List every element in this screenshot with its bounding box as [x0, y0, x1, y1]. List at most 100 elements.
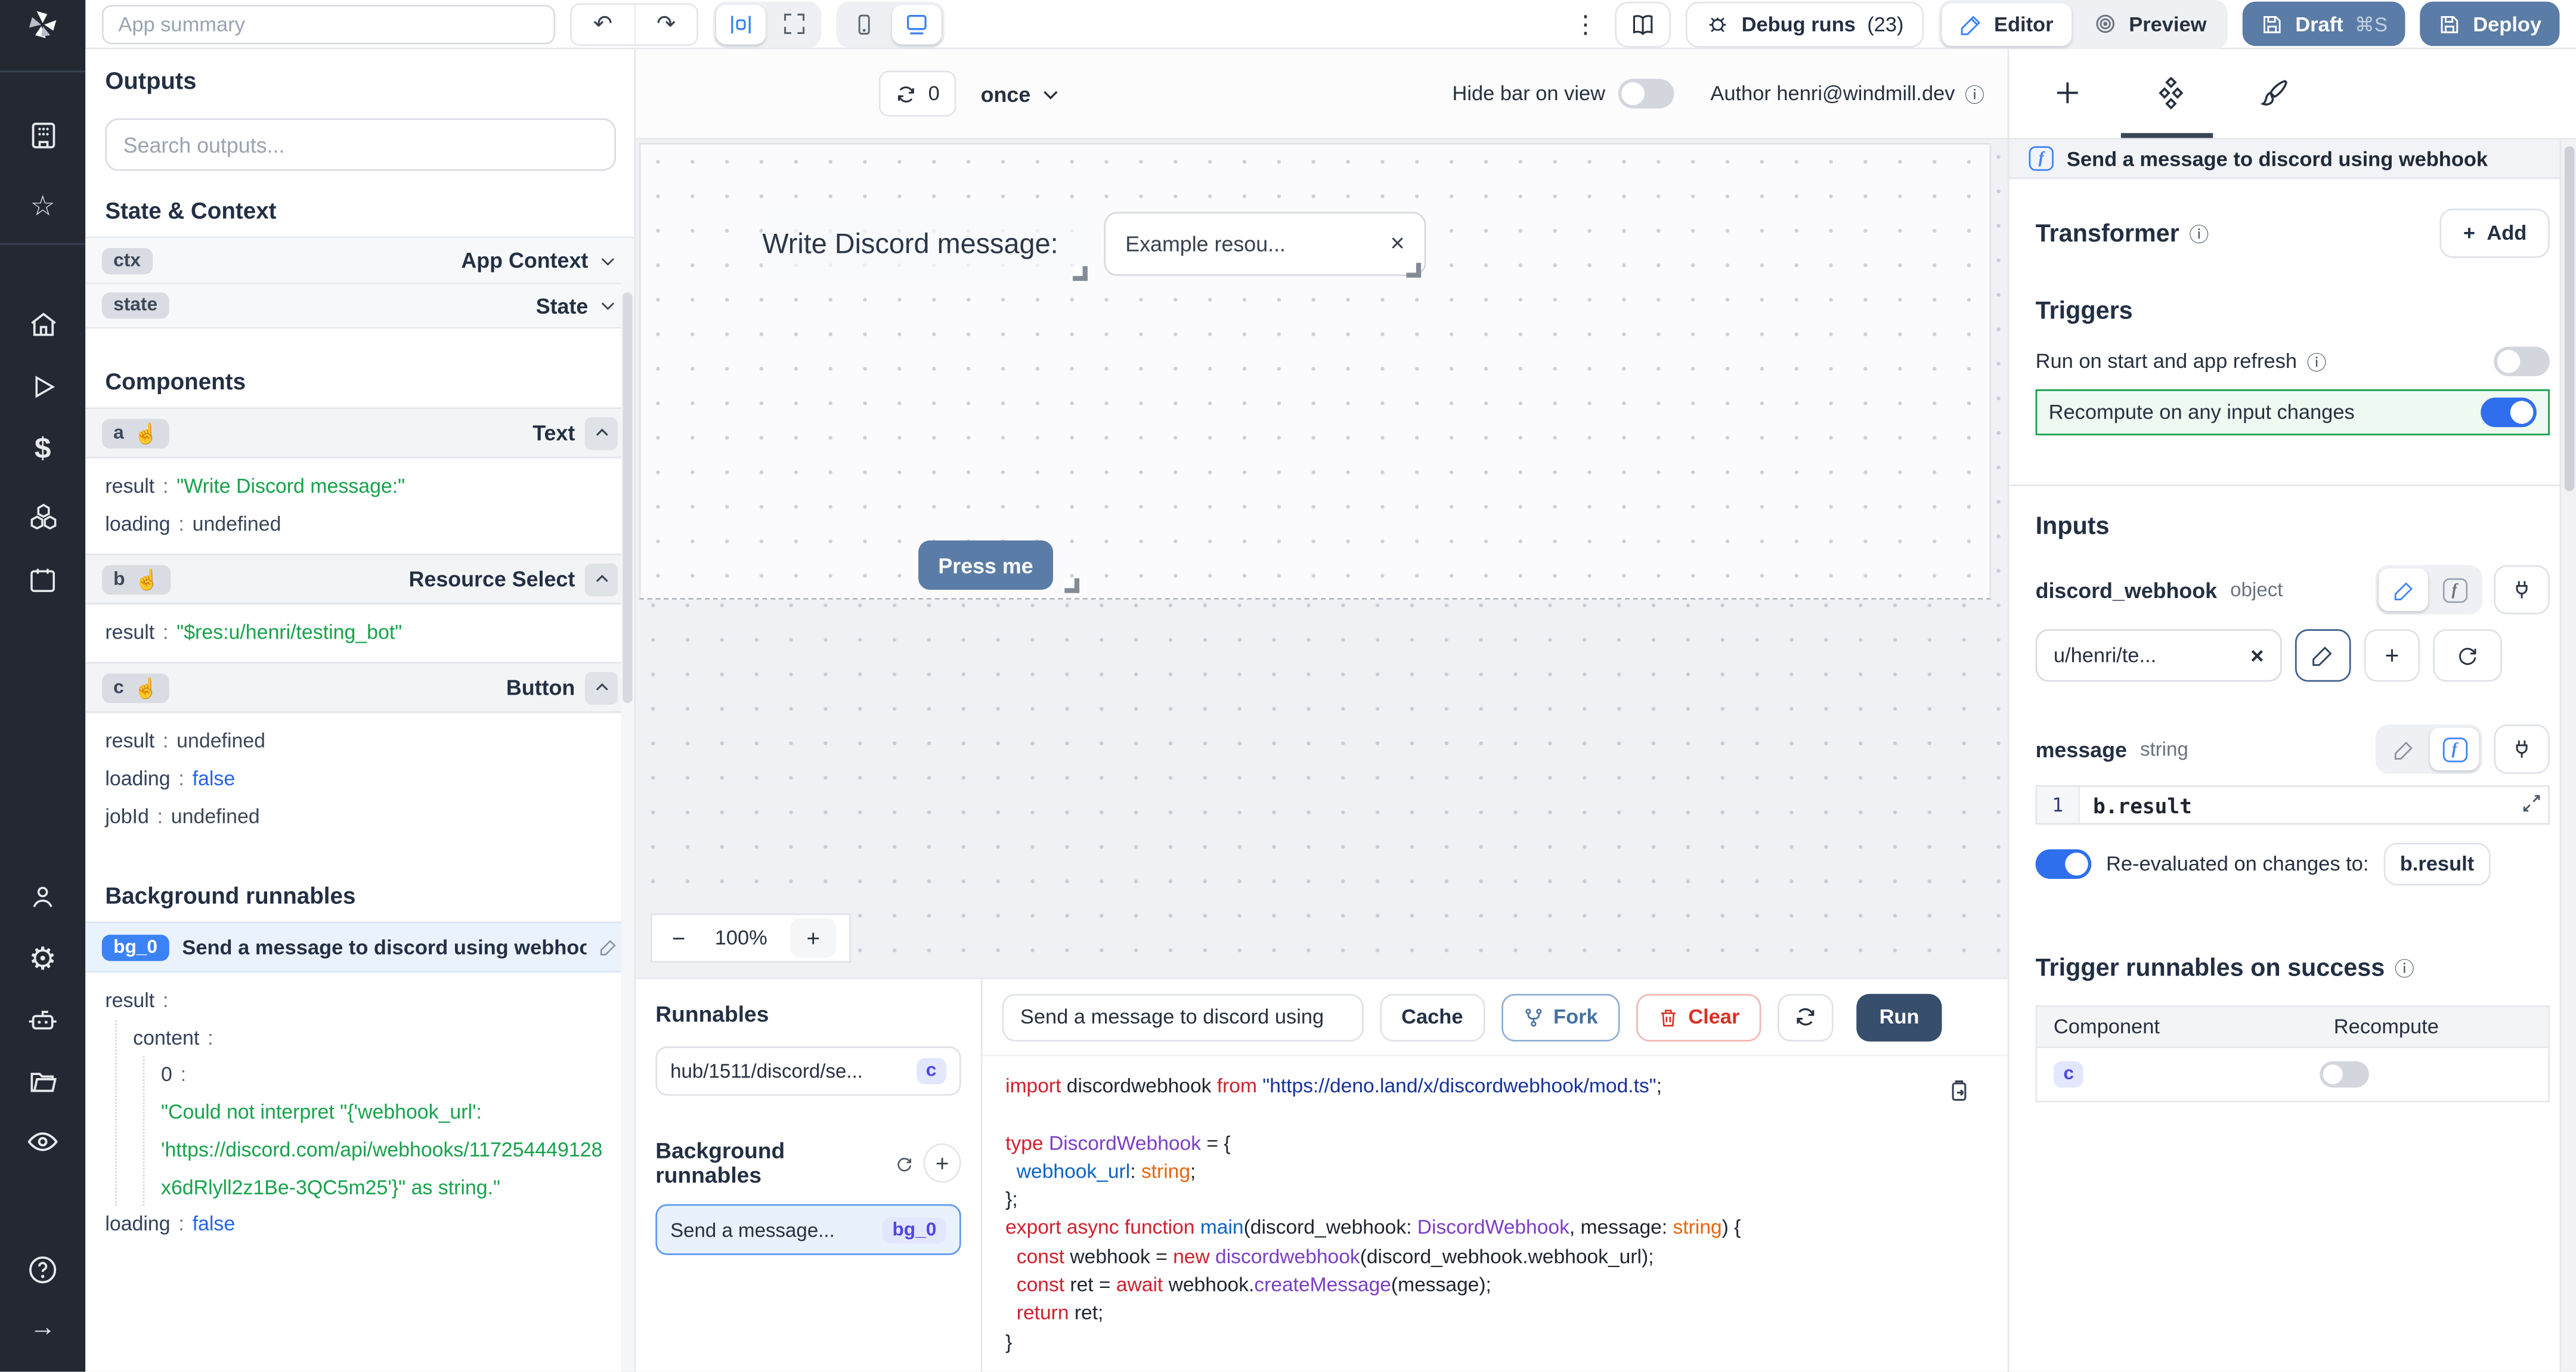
chevron-down-icon[interactable]: [598, 296, 618, 315]
message-expression-editor[interactable]: 1 b.result: [2036, 785, 2550, 825]
eval-mode-button[interactable]: f: [2430, 568, 2479, 611]
chevron-up-icon[interactable]: [585, 563, 618, 596]
hand-pointer-icon: ☝: [134, 422, 158, 445]
component-settings-diamonds-icon[interactable]: [2154, 77, 2188, 112]
chevron-down-icon[interactable]: [598, 250, 618, 270]
code-editor[interactable]: import discordwebhook from "https://deno…: [983, 1055, 2008, 1372]
selected-runnable-header: f Send a message to discord using webhoo…: [2009, 140, 2576, 179]
bg0-header[interactable]: bg_0 Send a message to discord using web…: [85, 922, 634, 973]
folders-icon[interactable]: [0, 1060, 85, 1102]
runnable-item[interactable]: hub/1511/discord/se... c: [655, 1046, 961, 1096]
resize-handle[interactable]: [1064, 578, 1079, 593]
clear-button[interactable]: Clear: [1636, 993, 1761, 1040]
component-c-badge: c☝: [102, 673, 170, 702]
insert-component-plus-icon[interactable]: [2052, 77, 2083, 108]
desktop-view-button[interactable]: [892, 4, 942, 44]
workers-robot-icon[interactable]: [0, 999, 85, 1042]
static-pencil-mode-button[interactable]: [2379, 568, 2428, 611]
copy-code-icon[interactable]: [1947, 1079, 1971, 1104]
resize-handle[interactable]: [1073, 266, 1088, 281]
hide-bar-toggle[interactable]: [1618, 79, 1674, 109]
info-icon[interactable]: ⓘ: [2189, 219, 2209, 247]
add-bg-runnable-button[interactable]: +: [923, 1144, 961, 1183]
eval-mode-button[interactable]: f: [2430, 728, 2479, 771]
resource-input[interactable]: u/henri/te... ×: [2036, 629, 2282, 682]
zoom-in-button[interactable]: +: [790, 918, 836, 958]
run-on-start-toggle[interactable]: [2494, 346, 2550, 376]
info-icon[interactable]: ⓘ: [1965, 80, 1984, 108]
text-component[interactable]: Write Discord message:: [762, 209, 1088, 279]
device-toggle-group: [836, 1, 945, 47]
hand-pointer-icon: ☝: [135, 568, 159, 591]
app-summary-input[interactable]: [102, 4, 555, 44]
audit-eye-icon[interactable]: [0, 1120, 85, 1163]
info-icon[interactable]: ⓘ: [2307, 348, 2327, 376]
frequency-select[interactable]: once: [981, 81, 1062, 106]
redo-button[interactable]: ↷: [634, 4, 696, 44]
static-pencil-mode-button[interactable]: [2379, 728, 2428, 771]
settings-gear-icon[interactable]: ⚙: [0, 938, 85, 981]
state-row[interactable]: state State: [85, 283, 634, 329]
styling-brush-icon[interactable]: [2259, 77, 2290, 108]
deploy-button[interactable]: Deploy: [2420, 2, 2559, 46]
close-icon[interactable]: ×: [2250, 642, 2264, 668]
favorites-star-icon[interactable]: ☆: [0, 184, 85, 227]
connect-plug-button[interactable]: [2494, 724, 2550, 774]
reevaluate-target-pill[interactable]: b.result: [2383, 843, 2491, 885]
zoom-out-button[interactable]: −: [665, 925, 692, 951]
recompute-toggle[interactable]: [2319, 1061, 2368, 1088]
bg-runnable-item-selected[interactable]: Send a message... bg_0: [655, 1204, 961, 1255]
more-options-kebab-icon[interactable]: ⋮: [1571, 9, 1600, 39]
fork-button[interactable]: Fork: [1501, 993, 1620, 1040]
refresh-count-control[interactable]: 0: [879, 70, 956, 116]
debug-runs-button[interactable]: Debug runs(23): [1686, 1, 1924, 47]
preview-tab[interactable]: Preview: [2075, 2, 2224, 45]
chevron-up-icon[interactable]: [585, 416, 618, 449]
connect-plug-button[interactable]: [2494, 565, 2550, 615]
resize-handle[interactable]: [1406, 263, 1421, 278]
refresh-resource-button[interactable]: [2433, 629, 2502, 682]
editor-tab[interactable]: Editor: [1942, 2, 2072, 45]
cache-button[interactable]: Cache: [1380, 993, 1484, 1040]
component-a-header[interactable]: a☝ Text: [85, 407, 634, 458]
fullscreen-icon[interactable]: [769, 4, 818, 44]
info-icon[interactable]: ⓘ: [2395, 955, 2414, 983]
windmill-logo[interactable]: [0, 4, 85, 47]
expand-icon[interactable]: [2522, 794, 2541, 813]
schedules-calendar-icon[interactable]: [0, 559, 85, 602]
press-me-button[interactable]: Press me: [918, 540, 1053, 590]
resource-select-component[interactable]: Example resou... ×: [1104, 212, 1426, 275]
reevaluate-toggle[interactable]: [2036, 849, 2092, 879]
recompute-toggle[interactable]: [2481, 398, 2537, 428]
add-transformer-button[interactable]: +Add: [2440, 209, 2550, 258]
save-draft-button[interactable]: Draft⌘S: [2243, 2, 2405, 46]
run-button[interactable]: Run: [1856, 993, 1942, 1040]
right-panel-scrollbar[interactable]: [2559, 140, 2576, 1371]
collapse-arrow-icon[interactable]: →: [0, 1308, 85, 1351]
help-icon[interactable]: [0, 1249, 85, 1292]
edit-resource-pencil-button[interactable]: [2295, 629, 2351, 682]
variables-dollar-icon[interactable]: $: [0, 427, 85, 470]
users-person-icon[interactable]: [0, 875, 85, 918]
resources-cubes-icon[interactable]: [0, 494, 85, 537]
mobile-view-button[interactable]: [840, 4, 889, 44]
home-icon[interactable]: [0, 302, 85, 345]
search-outputs-input[interactable]: [105, 118, 616, 171]
close-icon[interactable]: ×: [1390, 230, 1404, 258]
app-surface[interactable]: Write Discord message: Example resou... …: [639, 143, 1991, 600]
add-resource-button[interactable]: +: [2364, 629, 2420, 682]
chevron-up-icon[interactable]: [585, 671, 618, 704]
app-canvas[interactable]: Write Discord message: Example resou... …: [636, 140, 2008, 977]
undo-button[interactable]: ↶: [572, 4, 634, 44]
workspace-icon[interactable]: [0, 113, 85, 156]
edit-pencil-icon[interactable]: [600, 938, 618, 956]
ctx-row[interactable]: ctx App Context: [85, 237, 634, 283]
component-c-header[interactable]: c☝ Button: [85, 662, 634, 713]
outputs-scrollbar[interactable]: [621, 279, 634, 1371]
refresh-code-button[interactable]: [1778, 993, 1834, 1040]
component-b-header[interactable]: b☝ Resource Select: [85, 553, 634, 604]
docs-book-button[interactable]: [1615, 1, 1671, 47]
runs-play-icon[interactable]: [0, 365, 85, 408]
outline-layout-button[interactable]: [716, 4, 766, 44]
runnable-name-input[interactable]: [1002, 993, 1364, 1040]
